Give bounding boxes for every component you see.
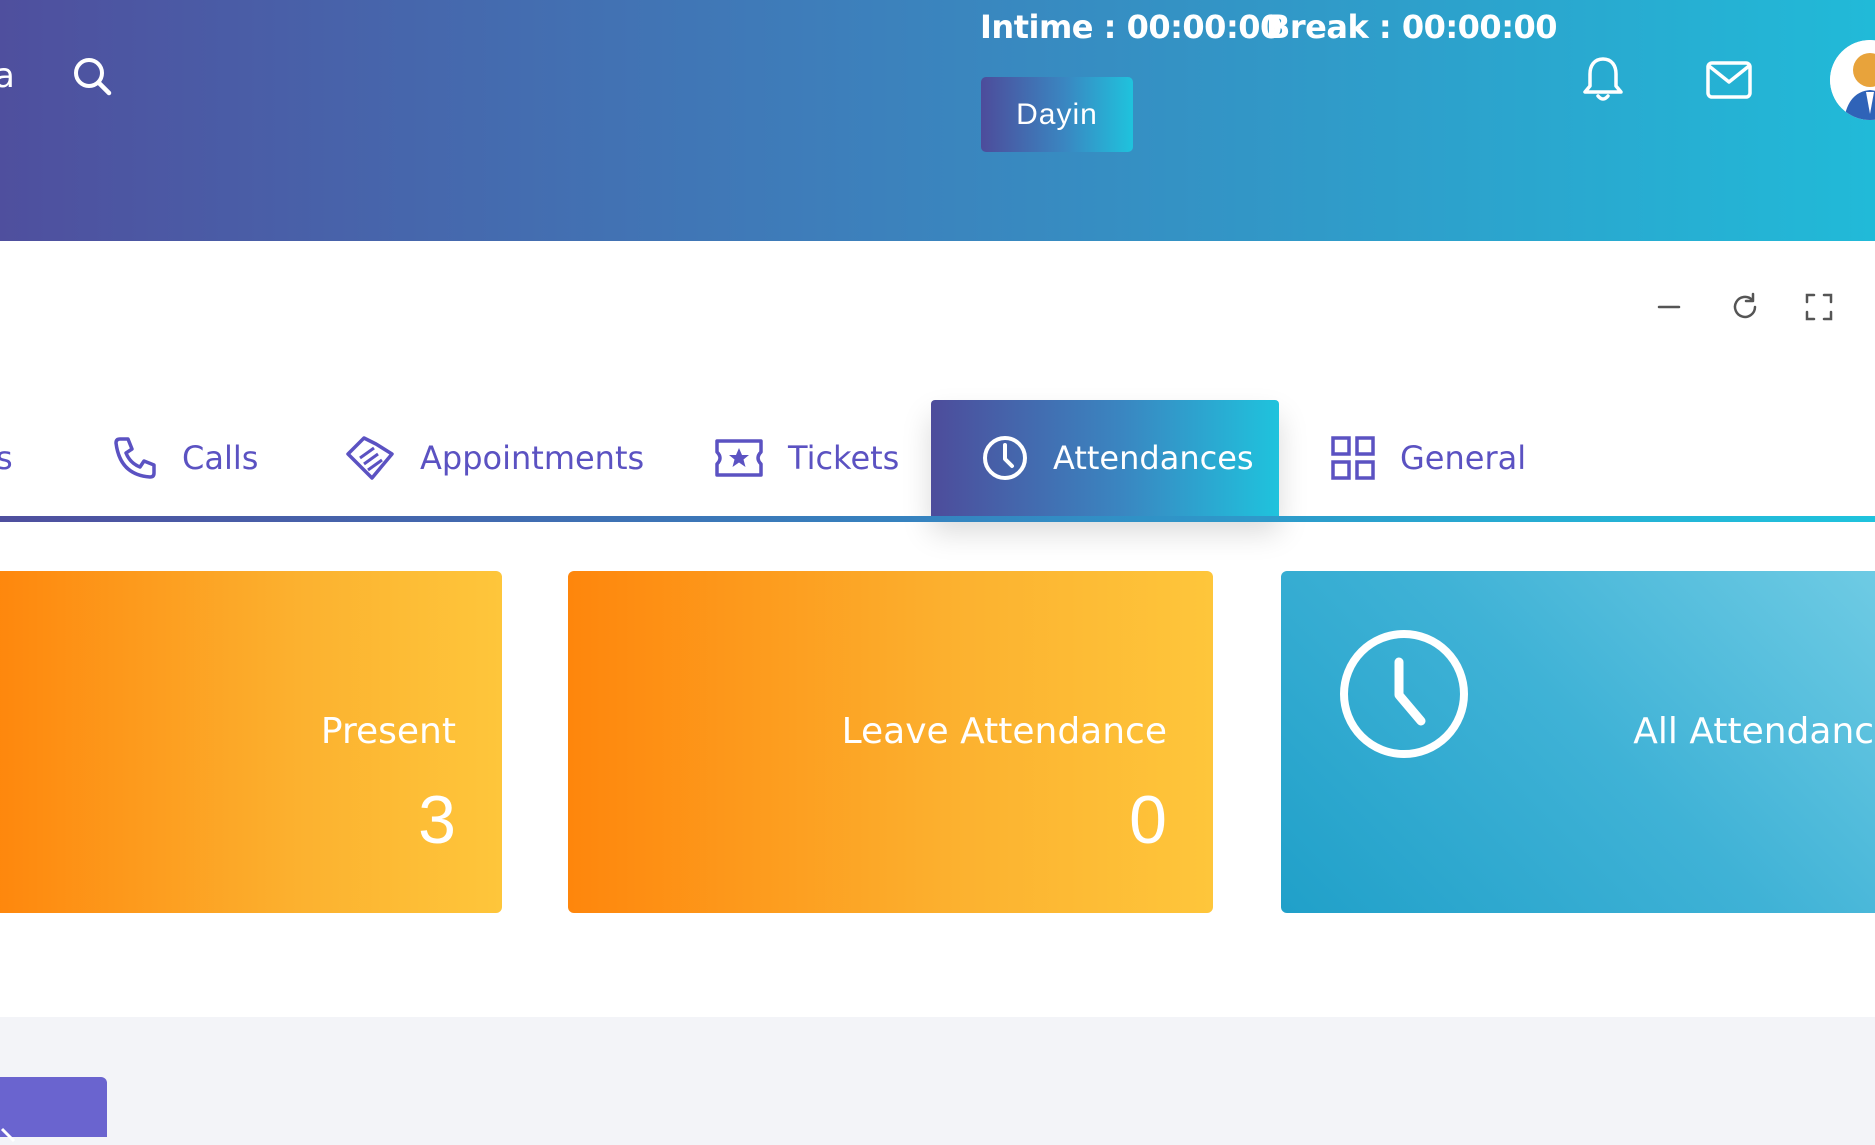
card-label: All Attendances bbox=[1633, 711, 1875, 752]
refresh-icon[interactable] bbox=[1728, 290, 1762, 324]
card-label: Leave Attendance bbox=[841, 711, 1167, 752]
avatar[interactable] bbox=[1830, 40, 1875, 120]
top-header: a Intime : 00:00:00 Break : 00:00:00 Day… bbox=[0, 0, 1875, 241]
tab-general[interactable]: General bbox=[1330, 400, 1526, 516]
tab-label: Tickets bbox=[788, 439, 900, 477]
clock-icon bbox=[1340, 630, 1468, 758]
phone-icon bbox=[114, 437, 156, 479]
tab-label: Appointments bbox=[420, 439, 645, 477]
dayin-button[interactable]: Dayin bbox=[981, 77, 1133, 152]
mail-icon[interactable] bbox=[1705, 60, 1753, 100]
grid-icon bbox=[1331, 436, 1375, 480]
tab-partial[interactable]: s bbox=[0, 400, 13, 516]
clock-icon bbox=[983, 436, 1027, 480]
ticket-icon bbox=[715, 439, 763, 477]
close-icon bbox=[0, 1127, 16, 1143]
tab-appointments[interactable]: Appointments bbox=[344, 400, 644, 516]
card-label: Present bbox=[320, 711, 456, 752]
tabs-underline bbox=[0, 516, 1875, 522]
tab-attendances[interactable]: Attendances bbox=[931, 400, 1279, 516]
fullscreen-icon[interactable] bbox=[1802, 290, 1836, 324]
bottom-action-button[interactable] bbox=[0, 1077, 107, 1143]
tab-label: Attendances bbox=[1053, 439, 1254, 477]
break-timer: Break : 00:00:00 bbox=[1266, 8, 1558, 46]
tab-label: Calls bbox=[182, 439, 259, 477]
search-icon[interactable] bbox=[70, 54, 114, 98]
card-value: 0 bbox=[1129, 782, 1167, 858]
bell-icon[interactable] bbox=[1581, 55, 1625, 105]
card-value: 3 bbox=[418, 782, 456, 858]
tab-label: s bbox=[0, 439, 13, 477]
tab-label: General bbox=[1400, 439, 1527, 477]
tab-calls[interactable]: Calls bbox=[112, 400, 258, 516]
leave-attendance-card[interactable]: Leave Attendance 0 bbox=[568, 571, 1213, 913]
intime-timer: Intime : 00:00:00 bbox=[980, 8, 1282, 46]
all-attendances-card[interactable]: All Attendances 3 bbox=[1281, 571, 1875, 913]
header-partial-text: a bbox=[0, 56, 15, 96]
handshake-icon bbox=[346, 436, 394, 480]
present-card[interactable]: Present 3 bbox=[0, 571, 502, 913]
tab-tickets[interactable]: Tickets bbox=[714, 400, 899, 516]
minimize-icon[interactable] bbox=[1652, 290, 1686, 324]
user-avatar-icon bbox=[1830, 40, 1875, 120]
